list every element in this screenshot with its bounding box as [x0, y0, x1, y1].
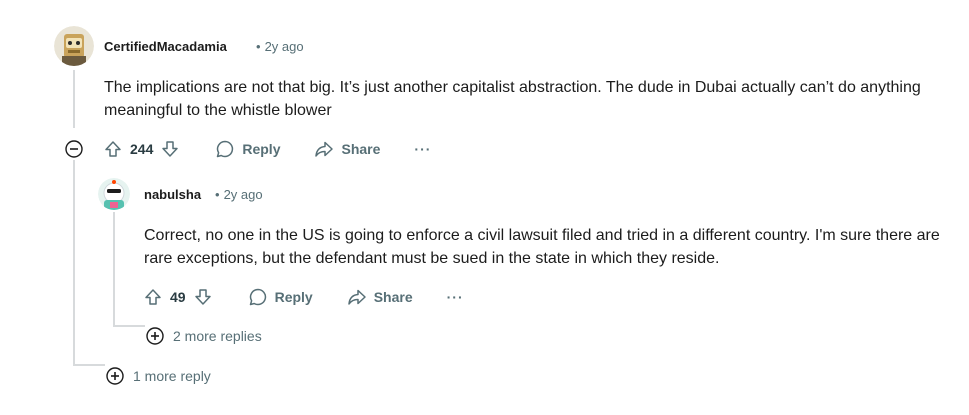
avatar[interactable]: [54, 26, 94, 66]
thread-line-reply: [113, 212, 115, 326]
reply-label: Reply: [274, 289, 313, 305]
upvote-icon[interactable]: [104, 140, 122, 158]
vote-controls: 49: [144, 288, 212, 306]
comment-bubble-icon: [248, 287, 268, 307]
vote-count: 244: [130, 141, 154, 157]
comment-username[interactable]: CertifiedMacadamia: [104, 39, 227, 54]
reply-label: Reply: [242, 141, 281, 157]
upvote-icon[interactable]: [144, 288, 162, 306]
more-options-button[interactable]: ···: [414, 141, 431, 157]
more-replies-button[interactable]: 2 more replies: [146, 327, 262, 345]
vote-count: 49: [170, 289, 186, 305]
expand-plus-icon: [106, 367, 124, 385]
reply-meta: • 2y ago: [209, 187, 263, 202]
comment-bubble-icon: [215, 139, 235, 159]
vote-controls: 244: [104, 140, 179, 158]
meta-separator: •: [215, 187, 220, 202]
reply-avatar[interactable]: [98, 178, 130, 210]
reply-action-bar: 49 Reply Share ···: [144, 281, 498, 313]
thread-line-main: [73, 70, 75, 128]
share-label: Share: [373, 289, 413, 305]
reply-button[interactable]: Reply: [215, 139, 280, 159]
comment-timestamp[interactable]: 2y ago: [265, 39, 304, 54]
share-button[interactable]: Share: [347, 287, 413, 307]
comment-action-bar: 244 Reply Share ···: [104, 133, 465, 165]
reply-username[interactable]: nabulsha: [144, 187, 201, 202]
share-arrow-icon: [314, 139, 334, 159]
reply-body: Correct, no one in the US is going to en…: [144, 227, 940, 267]
meta-separator: •: [256, 39, 261, 54]
expand-plus-icon: [146, 327, 164, 345]
more-options-label: ···: [446, 289, 464, 305]
thread-line-main-lower: [73, 160, 75, 365]
downvote-icon[interactable]: [194, 288, 212, 306]
share-button[interactable]: Share: [314, 139, 380, 159]
more-reply-button[interactable]: 1 more reply: [106, 367, 211, 385]
thread-line-reply-elbow: [113, 325, 145, 327]
more-replies-label: 2 more replies: [173, 328, 262, 344]
more-options-label: ···: [414, 141, 432, 157]
more-options-button[interactable]: ···: [447, 289, 464, 305]
more-reply-label: 1 more reply: [133, 368, 211, 384]
comment-body: The implications are not that big. It’s …: [104, 79, 921, 119]
collapse-minus-icon[interactable]: [65, 140, 83, 158]
downvote-icon[interactable]: [161, 140, 179, 158]
reply-timestamp[interactable]: 2y ago: [224, 187, 263, 202]
share-arrow-icon: [347, 287, 367, 307]
share-label: Share: [341, 141, 381, 157]
comment-meta: • 2y ago: [250, 39, 304, 54]
reply-button[interactable]: Reply: [248, 287, 313, 307]
thread-line-main-elbow: [73, 364, 105, 366]
